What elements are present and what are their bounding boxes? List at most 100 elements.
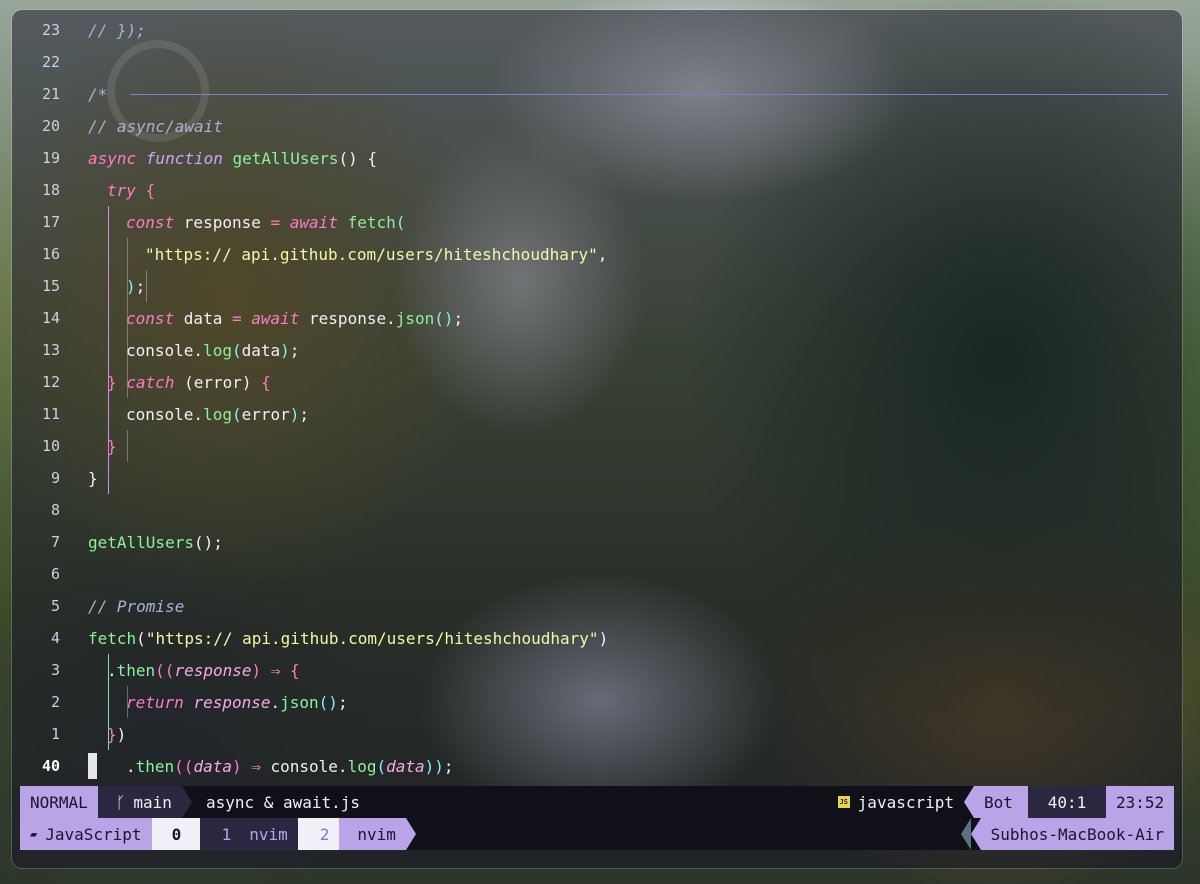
code-line[interactable]: 40 .then((data) ⇒ console.log(data));	[12, 750, 1182, 782]
indent-guide	[108, 398, 109, 430]
code-text: try {	[107, 181, 155, 200]
code-token: (	[231, 340, 242, 360]
code-token: (	[376, 756, 387, 776]
line-number: 15	[41, 277, 60, 295]
code-line[interactable]: 7 getAllUsers();	[12, 526, 1182, 558]
code-token: getAllUsers	[88, 532, 194, 552]
code-token: fetch	[88, 628, 137, 648]
code-token: data	[386, 756, 425, 776]
code-line[interactable]: 11 console.log(error);	[12, 398, 1182, 430]
code-editor[interactable]: 23// }); 22 21/* 20// async/await 19 async fu…	[12, 10, 1182, 786]
line-number: 19	[41, 149, 60, 167]
hostname: Subhos-MacBook-Air	[980, 818, 1174, 850]
indent-guide	[108, 206, 109, 238]
code-line[interactable]: 2 return response.json();	[12, 686, 1182, 718]
terminal-window[interactable]: 23// }); 22 21/* 20// async/await 19 async fu…	[12, 10, 1182, 868]
code-line[interactable]: 6	[12, 558, 1182, 590]
code-token: }	[107, 436, 117, 456]
code-line[interactable]: 16 "https:// api.github.com/users/hiteshc…	[12, 238, 1182, 270]
line-number: 11	[41, 405, 60, 423]
code-text: "https:// api.github.com/users/hiteshcho…	[145, 245, 607, 264]
code-text: .then((data) ⇒ console.log(data));	[126, 757, 454, 776]
code-text: // });	[88, 21, 146, 40]
line-number: 16	[41, 245, 60, 263]
code-token: ;	[443, 756, 454, 776]
code-text: async function getAllUsers() {	[88, 149, 377, 168]
code-line[interactable]: 10}	[12, 430, 1182, 462]
code-token: ();	[193, 532, 223, 552]
code-text: fetch("https:// api.github.com/users/hit…	[88, 629, 608, 648]
code-token: response	[193, 692, 271, 712]
file-type-label: javascript	[857, 792, 954, 812]
code-line[interactable]: 23 // });	[12, 14, 1182, 46]
code-line[interactable]: 8	[12, 494, 1182, 526]
scroll-position: Bot	[974, 786, 1028, 818]
code-token: )	[598, 628, 609, 648]
code-line[interactable]: 14 const data = await response.json();	[12, 302, 1182, 334]
tab-1[interactable]: 1 nvim	[199, 818, 298, 850]
code-line[interactable]: 9}	[12, 462, 1182, 494]
code-token: response.	[309, 308, 396, 328]
code-token: }	[88, 468, 98, 488]
code-token: // async/await	[88, 116, 223, 136]
code-token: )	[289, 404, 300, 424]
git-branch[interactable]: ᚴ main	[97, 786, 182, 818]
code-line[interactable]: 17 const response = await fetch(	[12, 206, 1182, 238]
tab-1-name: nvim	[249, 824, 288, 844]
code-token: data	[193, 756, 232, 776]
code-token: /*	[88, 84, 108, 104]
code-token: )	[116, 724, 127, 744]
code-text: // Promise	[88, 597, 184, 616]
code-text: .then((response) ⇒ {	[107, 661, 300, 680]
line-number: 3	[50, 661, 60, 679]
tab-2-number[interactable]: 2	[297, 818, 340, 850]
code-token: return	[126, 692, 194, 712]
code-token: =	[270, 212, 290, 232]
line-number: 4	[50, 629, 60, 647]
code-line[interactable]: 19 async function getAllUsers() {	[12, 142, 1182, 174]
clock-time: 23:52	[1106, 786, 1174, 818]
indent-guide	[127, 430, 128, 462]
session-index[interactable]: 0	[151, 818, 200, 850]
code-token: "https:// api.github.com/users/hiteshcho…	[145, 244, 598, 264]
line-number: 14	[41, 309, 60, 327]
code-token: }	[107, 372, 127, 392]
code-text: // async/await	[88, 117, 223, 136]
code-line[interactable]: 5 // Promise	[12, 590, 1182, 622]
code-line[interactable]: 12} catch (error) {	[12, 366, 1182, 398]
code-token: log	[203, 404, 232, 424]
tab-2[interactable]: nvim	[339, 818, 406, 850]
line-number: 20	[41, 117, 60, 135]
line-number: 17	[41, 213, 60, 231]
code-token: await	[289, 212, 348, 232]
line-number: 2	[50, 693, 60, 711]
code-line[interactable]: 18 try {	[12, 174, 1182, 206]
mode-indicator: NORMAL	[20, 786, 98, 818]
code-text: })	[107, 725, 126, 744]
code-line[interactable]: 3 .then((response) ⇒ {	[12, 654, 1182, 686]
code-line[interactable]: 1})	[12, 718, 1182, 750]
code-line[interactable]: 15);	[12, 270, 1182, 302]
code-line[interactable]: 4 fetch("https:// api.github.com/users/hi…	[12, 622, 1182, 654]
code-line[interactable]: 22	[12, 46, 1182, 78]
code-token: catch	[126, 372, 185, 392]
code-token: ;	[453, 308, 464, 328]
code-token: )	[280, 340, 290, 360]
code-token: async	[88, 148, 146, 168]
code-token: () {	[338, 148, 377, 168]
host-separator-a	[960, 818, 971, 850]
indent-guide	[108, 238, 109, 270]
code-token: log	[203, 340, 232, 360]
code-line[interactable]: 13 console.log(data);	[12, 334, 1182, 366]
js-file-icon: JS	[837, 796, 850, 808]
code-token: )	[126, 276, 136, 296]
code-text: return response.json();	[126, 693, 348, 712]
code-line[interactable]: 21 /*	[12, 78, 1182, 110]
code-line[interactable]: 20 // async/await	[12, 110, 1182, 142]
code-token: ()	[318, 692, 338, 712]
tab-1-number: 1	[221, 824, 232, 844]
tab-2-separator	[405, 818, 416, 850]
code-token: response	[174, 660, 252, 680]
code-token: ;	[289, 340, 300, 360]
code-text: /*	[88, 85, 107, 104]
